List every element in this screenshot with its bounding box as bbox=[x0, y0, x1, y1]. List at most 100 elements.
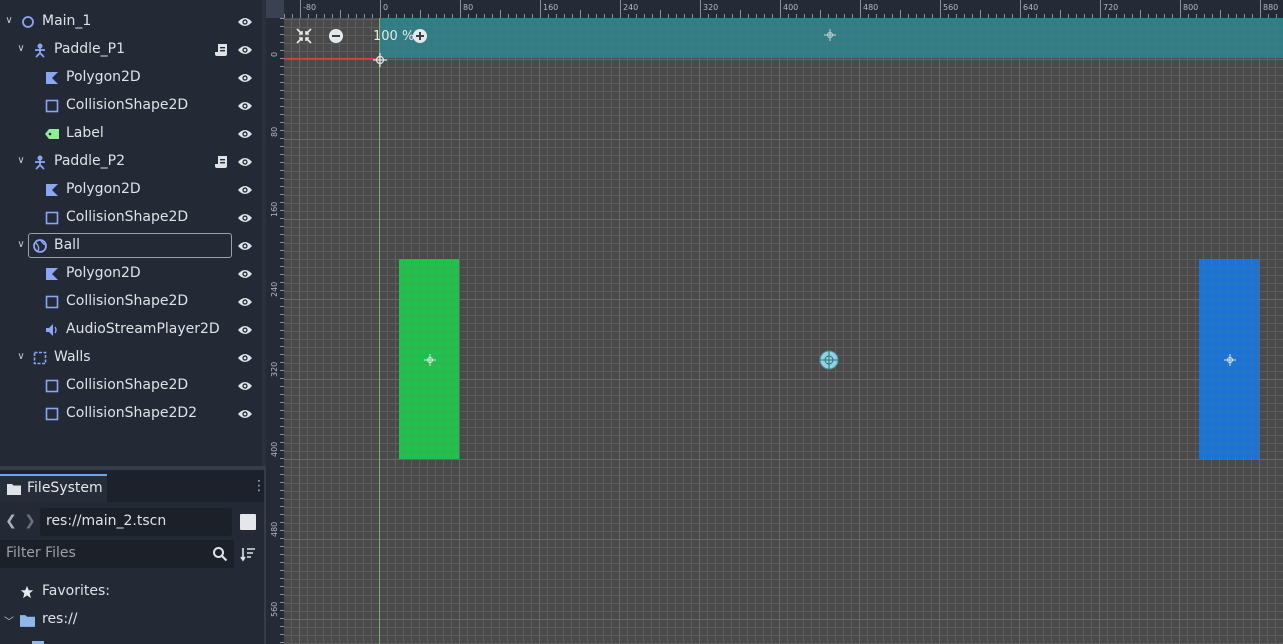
eye-icon[interactable] bbox=[237, 15, 253, 29]
chevron-down-icon[interactable]: ∨ bbox=[15, 155, 27, 167]
filesystem-tabbar: FileSystem ⋮ bbox=[0, 470, 266, 502]
collisionshape2d-icon bbox=[45, 407, 59, 421]
eye-icon[interactable] bbox=[237, 43, 253, 57]
sort-icon[interactable] bbox=[240, 546, 256, 562]
eye-icon[interactable] bbox=[237, 323, 253, 337]
tree-item-collisionshape2d[interactable]: CollisionShape2D bbox=[0, 92, 262, 120]
tree-item-label: Paddle_P1 bbox=[54, 41, 126, 57]
history-forward-button[interactable]: ❯ bbox=[23, 512, 37, 530]
tree-item-label[interactable]: Label bbox=[0, 120, 262, 148]
polygon2d-icon bbox=[46, 184, 58, 196]
tree-item-label: Main_1 bbox=[42, 13, 92, 29]
eye-icon[interactable] bbox=[237, 211, 253, 225]
ruler-horizontal[interactable]: -80 0 80 160 240 320 400 480 560 640 720 800 880 bbox=[266, 0, 1283, 18]
ruler-label: 400 bbox=[270, 442, 279, 457]
tree-item-label: Walls bbox=[54, 349, 91, 365]
top-wall-pivot-icon bbox=[824, 29, 836, 41]
ruler-label: 800 bbox=[1183, 3, 1198, 12]
ball-shape[interactable] bbox=[819, 350, 839, 370]
ruler-label: 320 bbox=[703, 3, 718, 12]
tree-item-label: Polygon2D bbox=[66, 181, 141, 197]
eye-icon[interactable] bbox=[237, 407, 253, 421]
folder-icon bbox=[7, 484, 21, 495]
tree-item-main-1[interactable]: ∨ Main_1 bbox=[0, 8, 262, 36]
tree-item-label: Polygon2D bbox=[66, 69, 141, 85]
tree-item-collisionshape2d[interactable]: CollisionShape2D bbox=[0, 204, 262, 232]
tab-filesystem[interactable]: FileSystem bbox=[0, 474, 107, 502]
eye-icon[interactable] bbox=[237, 239, 253, 253]
ruler-vertical[interactable]: 0 80 160 240 320 400 480 560 bbox=[266, 0, 284, 644]
eye-icon[interactable] bbox=[237, 71, 253, 85]
script-icon[interactable] bbox=[214, 155, 228, 169]
split-mode-toggle[interactable] bbox=[240, 514, 256, 530]
tree-item-polygon2d[interactable]: Polygon2D bbox=[0, 176, 262, 204]
zoom-out-button[interactable] bbox=[328, 28, 344, 44]
tree-item-collisionshape2d[interactable]: CollisionShape2D bbox=[0, 372, 262, 400]
zoom-reset-button[interactable]: 100 % bbox=[373, 29, 414, 44]
ruler-label: 560 bbox=[943, 3, 958, 12]
ruler-label: 320 bbox=[270, 362, 279, 377]
tree-item-collisionshape2d[interactable]: CollisionShape2D bbox=[0, 288, 262, 316]
chevron-down-icon[interactable]: ∨ bbox=[3, 15, 15, 27]
ruler-label: 160 bbox=[270, 202, 279, 217]
eye-icon[interactable] bbox=[237, 183, 253, 197]
ruler-label: 720 bbox=[1103, 3, 1118, 12]
tree-item-label: CollisionShape2D bbox=[66, 209, 189, 225]
tree-item-walls[interactable]: ∨ Walls bbox=[0, 344, 262, 372]
eye-icon[interactable] bbox=[237, 267, 253, 281]
tree-item-polygon2d[interactable]: Polygon2D bbox=[0, 260, 262, 288]
history-back-button[interactable]: ❮ bbox=[4, 512, 18, 530]
canvas-viewport[interactable]: 0 80 160 240 320 400 480 560 -80 0 80 160 240 320 400… bbox=[266, 0, 1283, 644]
eye-icon[interactable] bbox=[237, 99, 253, 113]
tree-item-ball[interactable]: ∨ Ball bbox=[0, 232, 262, 260]
tree-item-label: CollisionShape2D2 bbox=[66, 405, 198, 421]
collisionshape2d-icon bbox=[45, 211, 59, 225]
viewport-overlays bbox=[284, 18, 1283, 644]
eye-icon[interactable] bbox=[237, 351, 253, 365]
ruler-label: 880 bbox=[1263, 3, 1278, 12]
collisionshape2d-icon bbox=[45, 379, 59, 393]
chevron-down-icon[interactable]: ∨ bbox=[15, 43, 27, 55]
ruler-label: 0 bbox=[383, 3, 388, 12]
chevron-down-icon[interactable]: ∨ bbox=[15, 351, 27, 363]
polygon2d-icon bbox=[46, 268, 58, 280]
tree-item-label: Paddle_P2 bbox=[54, 153, 126, 169]
ruler-label: 480 bbox=[270, 522, 279, 537]
tree-item-paddle-p1[interactable]: ∨ Paddle_P1 bbox=[0, 36, 262, 64]
ruler-label: 160 bbox=[543, 3, 558, 12]
chevron-down-icon: ﹀ bbox=[4, 617, 14, 628]
ruler-label: 560 bbox=[270, 602, 279, 617]
path-field[interactable]: res://main_2.tscn bbox=[40, 508, 232, 536]
tree-item-label: CollisionShape2D bbox=[66, 377, 189, 393]
eye-icon[interactable] bbox=[237, 379, 253, 393]
ruler-label: 80 bbox=[463, 3, 473, 12]
node2d-icon bbox=[22, 16, 34, 28]
eye-icon[interactable] bbox=[237, 295, 253, 309]
zoom-in-button[interactable] bbox=[412, 28, 428, 44]
tree-item-label: Polygon2D bbox=[66, 265, 141, 281]
rigidbody2d-icon bbox=[33, 239, 47, 253]
tree-item-label: Ball bbox=[54, 237, 80, 253]
eye-icon[interactable] bbox=[237, 127, 253, 141]
chevron-down-icon[interactable]: ∨ bbox=[15, 239, 27, 251]
tree-item-label: CollisionShape2D bbox=[66, 293, 189, 309]
eye-icon[interactable] bbox=[237, 155, 253, 169]
subfolder-item[interactable] bbox=[32, 638, 72, 644]
ruler-label: 80 bbox=[270, 127, 279, 137]
folder-icon bbox=[20, 615, 35, 627]
favorites-label: Favorites: bbox=[42, 583, 110, 599]
tree-item-label: Label bbox=[66, 125, 104, 141]
tree-item-polygon2d[interactable]: Polygon2D bbox=[0, 64, 262, 92]
zoom-toolbar: 100 % bbox=[284, 18, 454, 58]
tree-item-paddle-p2[interactable]: ∨ Paddle_P2 bbox=[0, 148, 262, 176]
script-icon[interactable] bbox=[214, 43, 228, 57]
ruler-label: 240 bbox=[623, 3, 638, 12]
kebab-menu-icon[interactable]: ⋮ bbox=[252, 478, 266, 494]
star-icon bbox=[20, 585, 34, 599]
tab-filesystem-label: FileSystem bbox=[27, 480, 103, 496]
filter-files-input[interactable]: Filter Files bbox=[0, 540, 234, 568]
characterbody2d-icon bbox=[35, 155, 45, 170]
center-view-button[interactable] bbox=[296, 28, 312, 44]
tree-item-audiostreamplayer2d[interactable]: AudioStreamPlayer2D bbox=[0, 316, 262, 344]
tree-item-collisionshape2d2[interactable]: CollisionShape2D2 bbox=[0, 400, 262, 428]
